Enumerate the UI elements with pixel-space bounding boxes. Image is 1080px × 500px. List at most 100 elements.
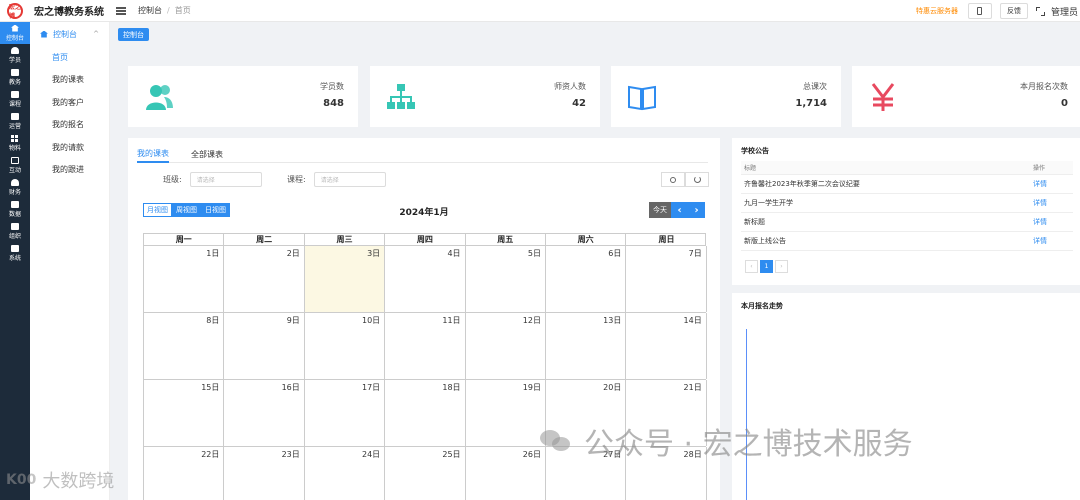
sidebar-item-label: 组织 bbox=[8, 232, 21, 240]
calendar-day-cell[interactable]: 18日 bbox=[385, 380, 466, 446]
stat-label: 学员数 bbox=[320, 82, 344, 91]
class-select[interactable]: 请选择 bbox=[189, 172, 262, 187]
day-number: 13日 bbox=[603, 316, 622, 325]
submenu-item-home[interactable]: 首页 bbox=[30, 46, 109, 69]
sidebar-item-label: 控制台 bbox=[5, 34, 24, 42]
calendar-day-cell[interactable]: 19日 bbox=[466, 380, 546, 446]
fullscreen-icon[interactable] bbox=[1035, 6, 1045, 16]
chevron-right-icon: › bbox=[694, 204, 699, 216]
watermark-logo: K00 bbox=[6, 472, 37, 488]
submenu-item-my-enrollments[interactable]: 我的报名 bbox=[30, 114, 109, 137]
logo-mark: 宏之博 bbox=[7, 2, 23, 20]
weekday-label: 周五 bbox=[466, 234, 546, 245]
next-page-button[interactable]: › bbox=[775, 260, 788, 273]
prev-month-button[interactable]: ‹ bbox=[671, 202, 688, 218]
calendar-day-cell[interactable]: 13日 bbox=[546, 313, 627, 379]
page-number-button[interactable]: 1 bbox=[760, 260, 773, 273]
calendar-day-cell[interactable]: 17日 bbox=[305, 380, 386, 446]
sidebar-item-finance[interactable]: 财务 bbox=[0, 176, 30, 198]
calendar-day-cell-today[interactable]: 3日 bbox=[304, 246, 386, 312]
day-number: 6日 bbox=[608, 249, 622, 258]
calendar-day-cell[interactable]: 10日 bbox=[305, 313, 386, 379]
calendar-weekday-header: 周一 周二 周三 周四 周五 周六 周日 bbox=[143, 233, 706, 246]
weekday-label: 周六 bbox=[546, 234, 627, 245]
calendar-icon bbox=[11, 68, 19, 76]
calendar-day-cell[interactable]: 1日 bbox=[144, 246, 225, 312]
day-number: 8日 bbox=[206, 316, 220, 325]
tab-console[interactable]: 控制台 bbox=[118, 28, 149, 41]
submenu-header[interactable]: 控制台 ^ bbox=[30, 22, 109, 46]
sidebar-item-academic[interactable]: 教务 bbox=[0, 66, 30, 88]
submenu-item-my-schedule[interactable]: 我的课表 bbox=[30, 69, 109, 92]
weekday-label: 周四 bbox=[385, 234, 466, 245]
day-number: 1日 bbox=[206, 249, 220, 258]
notice-detail-link[interactable]: 详情 bbox=[1033, 179, 1073, 189]
promo-link[interactable]: 特惠云服务器 bbox=[916, 6, 958, 16]
sidebar-item-data[interactable]: 数据 bbox=[0, 198, 30, 220]
submenu-item-my-followups[interactable]: 我的跟进 bbox=[30, 159, 109, 182]
filter-actions bbox=[661, 172, 709, 187]
next-month-button[interactable]: › bbox=[688, 202, 705, 218]
course-filter: 课程: 请选择 bbox=[287, 172, 386, 187]
calendar-day-cell[interactable]: 16日 bbox=[224, 380, 305, 446]
stat-card-lessons: 总课次 1,714 bbox=[611, 66, 841, 127]
notice-detail-link[interactable]: 详情 bbox=[1033, 236, 1073, 246]
sidebar-item-console[interactable]: 控制台 bbox=[0, 22, 30, 44]
prev-page-button[interactable]: ‹ bbox=[745, 260, 758, 273]
tab-my-schedule[interactable]: 我的课表 bbox=[137, 146, 169, 163]
class-filter: 班级: 请选择 bbox=[163, 172, 262, 187]
calendar-day-cell[interactable]: 4日 bbox=[385, 246, 466, 312]
day-number: 14日 bbox=[683, 316, 702, 325]
course-select[interactable]: 请选择 bbox=[313, 172, 386, 187]
calendar-day-cell[interactable]: 9日 bbox=[224, 313, 305, 379]
sidebar-item-interaction[interactable]: 互动 bbox=[0, 154, 30, 176]
table-row: 九月一学生开学 详情 bbox=[741, 194, 1073, 213]
today-button[interactable]: 今天 bbox=[649, 202, 671, 218]
feedback-button[interactable]: 反馈 bbox=[999, 3, 1028, 19]
org-chart-icon bbox=[387, 84, 415, 109]
sidebar-item-courses[interactable]: 课程 bbox=[0, 88, 30, 110]
calendar-day-cell[interactable]: 25日 bbox=[385, 447, 466, 500]
calendar-day-cell[interactable]: 6日 bbox=[546, 246, 627, 312]
notice-row-title: 新版上线公告 bbox=[744, 237, 786, 245]
calendar-day-cell[interactable]: 15日 bbox=[144, 380, 225, 446]
calendar-day-cell[interactable]: 12日 bbox=[466, 313, 546, 379]
sidebar-item-label: 课程 bbox=[8, 100, 21, 108]
submenu-item-my-customers[interactable]: 我的客户 bbox=[30, 91, 109, 114]
calendar-day-cell[interactable]: 7日 bbox=[626, 246, 707, 312]
day-number: 5日 bbox=[527, 249, 541, 258]
calendar-day-cell[interactable]: 26日 bbox=[466, 447, 546, 500]
refresh-icon bbox=[693, 176, 701, 183]
tab-all-schedule[interactable]: 全部课表 bbox=[191, 146, 223, 163]
sidebar-item-operations[interactable]: 运营 bbox=[0, 110, 30, 132]
calendar-day-cell[interactable]: 11日 bbox=[385, 313, 466, 379]
submenu-item-my-payments[interactable]: 我的请款 bbox=[30, 136, 109, 159]
search-button[interactable] bbox=[661, 172, 685, 187]
sidebar-item-students[interactable]: 学员 bbox=[0, 44, 30, 66]
menu-toggle-icon[interactable] bbox=[116, 6, 126, 15]
calendar-day-cell[interactable]: 22日 bbox=[144, 447, 225, 500]
person-icon bbox=[11, 178, 19, 186]
stat-label: 师资人数 bbox=[554, 82, 586, 91]
calendar-title: 2024年1月 bbox=[399, 208, 449, 218]
calendar-week-row: 8日 9日 10日 11日 12日 13日 14日 bbox=[143, 313, 707, 380]
sidebar-item-system[interactable]: 系统 bbox=[0, 242, 30, 264]
calendar-day-cell[interactable]: 2日 bbox=[224, 246, 305, 312]
calendar-day-cell[interactable]: 24日 bbox=[305, 447, 386, 500]
users-icon bbox=[146, 85, 173, 110]
calendar-day-cell[interactable]: 14日 bbox=[626, 313, 707, 379]
notice-detail-link[interactable]: 详情 bbox=[1033, 198, 1073, 208]
calendar-day-cell[interactable]: 8日 bbox=[144, 313, 225, 379]
notice-table: 标题 操作 齐鲁馨社2023年秋季第二次会议纪要 详情 九月一学生开学 详情 新… bbox=[741, 161, 1073, 251]
mobile-button[interactable] bbox=[967, 3, 992, 19]
admin-menu[interactable]: 管理员 bbox=[1051, 5, 1078, 18]
sidebar-item-materials[interactable]: 物料 bbox=[0, 132, 30, 154]
sidebar-item-organization[interactable]: 组织 bbox=[0, 220, 30, 242]
reset-button[interactable] bbox=[685, 172, 709, 187]
day-number: 23日 bbox=[281, 450, 300, 459]
day-number: 21日 bbox=[683, 383, 702, 392]
breadcrumb-root[interactable]: 控制台 bbox=[138, 6, 162, 15]
calendar-day-cell[interactable]: 23日 bbox=[224, 447, 305, 500]
notice-detail-link[interactable]: 详情 bbox=[1033, 217, 1073, 227]
calendar-day-cell[interactable]: 5日 bbox=[466, 246, 546, 312]
